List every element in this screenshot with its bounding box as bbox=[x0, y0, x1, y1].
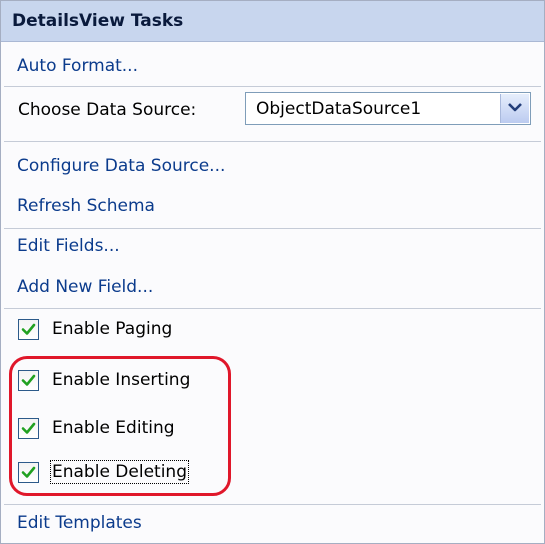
checkmark-icon bbox=[21, 466, 36, 478]
panel-title: DetailsView Tasks bbox=[12, 11, 184, 31]
panel-header: DetailsView Tasks bbox=[1, 1, 544, 42]
edit-fields-link[interactable]: Edit Fields... bbox=[17, 236, 120, 256]
enable-deleting-label: Enable Deleting bbox=[50, 460, 189, 484]
separator bbox=[4, 504, 541, 505]
edit-templates-link[interactable]: Edit Templates bbox=[17, 513, 142, 533]
separator bbox=[4, 141, 541, 142]
choose-data-source-label: Choose Data Source: bbox=[18, 100, 197, 120]
add-new-field-link[interactable]: Add New Field... bbox=[17, 277, 153, 297]
enable-editing-checkbox[interactable] bbox=[18, 418, 39, 439]
separator bbox=[4, 228, 541, 229]
checkmark-icon bbox=[21, 374, 36, 386]
data-source-select[interactable]: ObjectDataSource1 bbox=[245, 92, 531, 125]
enable-deleting-checkbox[interactable] bbox=[18, 462, 39, 483]
enable-inserting-checkbox[interactable] bbox=[18, 370, 39, 391]
checkmark-icon bbox=[21, 323, 36, 335]
enable-paging-label: Enable Paging bbox=[52, 319, 173, 339]
enable-paging-checkbox[interactable] bbox=[18, 319, 39, 340]
enable-editing-label: Enable Editing bbox=[52, 418, 175, 438]
configure-data-source-link[interactable]: Configure Data Source... bbox=[17, 156, 225, 176]
auto-format-link[interactable]: Auto Format... bbox=[17, 56, 138, 76]
chevron-down-icon bbox=[508, 103, 522, 112]
dropdown-button[interactable] bbox=[500, 94, 529, 123]
refresh-schema-link[interactable]: Refresh Schema bbox=[17, 196, 155, 216]
enable-inserting-label: Enable Inserting bbox=[52, 370, 191, 390]
checkmark-icon bbox=[21, 422, 36, 434]
separator bbox=[4, 308, 541, 309]
data-source-value: ObjectDataSource1 bbox=[256, 99, 422, 119]
separator bbox=[4, 86, 541, 87]
details-view-tasks-panel: DetailsView Tasks Auto Format... Choose … bbox=[0, 0, 545, 544]
